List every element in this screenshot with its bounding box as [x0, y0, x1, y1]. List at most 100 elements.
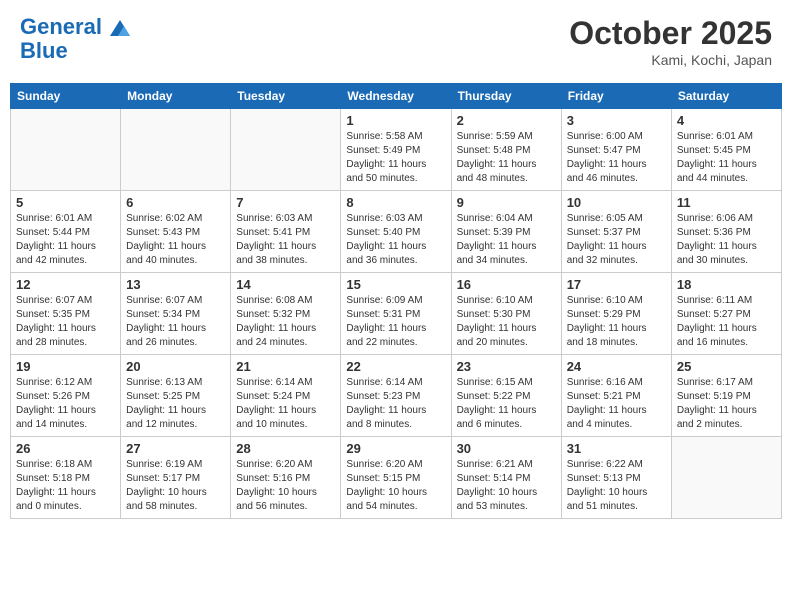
calendar-week-row: 12 Sunrise: 6:07 AM Sunset: 5:35 PM Dayli…	[11, 273, 782, 355]
day-info: Sunrise: 6:07 AM Sunset: 5:34 PM Dayligh…	[126, 294, 225, 350]
day-number: 12	[16, 277, 115, 292]
calendar-header-row: SundayMondayTuesdayWednesdayThursdayFrid…	[11, 84, 782, 109]
calendar-day-19: 19 Sunrise: 6:12 AM Sunset: 5:26 PM Dayli…	[11, 355, 121, 437]
calendar-day-8: 8Sunrise: 6:03 AM Sunset: 5:40 PM Daylig…	[341, 191, 451, 273]
day-info: Sunrise: 6:03 AM Sunset: 5:41 PM Dayligh…	[236, 212, 335, 268]
day-info: Sunrise: 6:16 AM Sunset: 5:21 PM Dayligh…	[567, 376, 666, 432]
calendar-day-16: 16 Sunrise: 6:10 AM Sunset: 5:30 PM Dayli…	[451, 273, 561, 355]
day-info: Sunrise: 5:59 AM Sunset: 5:48 PM Dayligh…	[457, 130, 556, 186]
calendar-day-empty	[671, 437, 781, 519]
calendar-day-empty	[121, 109, 231, 191]
calendar-day-24: 24 Sunrise: 6:16 AM Sunset: 5:21 PM Dayli…	[561, 355, 671, 437]
calendar-day-11: 11Sunrise: 6:06 AM Sunset: 5:36 PM Dayli…	[671, 191, 781, 273]
logo-general: General	[20, 14, 102, 39]
day-info: Sunrise: 6:10 AM Sunset: 5:30 PM Dayligh…	[457, 294, 556, 350]
day-info: Sunrise: 6:07 AM Sunset: 5:35 PM Dayligh…	[16, 294, 115, 350]
day-info: Sunrise: 6:22 AM Sunset: 5:13 PM Dayligh…	[567, 458, 666, 514]
day-number: 29	[346, 441, 445, 456]
calendar-day-10: 10 Sunrise: 6:05 AM Sunset: 5:37 PM Dayli…	[561, 191, 671, 273]
calendar-day-28: 28 Sunrise: 6:20 AM Sunset: 5:16 PM Dayli…	[231, 437, 341, 519]
column-header-wednesday: Wednesday	[341, 84, 451, 109]
calendar-day-empty	[231, 109, 341, 191]
logo-icon	[110, 20, 130, 36]
title-block: October 2025 Kami, Kochi, Japan	[569, 15, 772, 68]
day-info: Sunrise: 6:05 AM Sunset: 5:37 PM Dayligh…	[567, 212, 666, 268]
calendar-day-31: 31 Sunrise: 6:22 AM Sunset: 5:13 PM Dayli…	[561, 437, 671, 519]
calendar-week-row: 26 Sunrise: 6:18 AM Sunset: 5:18 PM Dayli…	[11, 437, 782, 519]
calendar-day-26: 26 Sunrise: 6:18 AM Sunset: 5:18 PM Dayli…	[11, 437, 121, 519]
day-number: 18	[677, 277, 776, 292]
calendar-day-6: 6Sunrise: 6:02 AM Sunset: 5:43 PM Daylig…	[121, 191, 231, 273]
day-number: 26	[16, 441, 115, 456]
day-number: 3	[567, 113, 666, 128]
calendar-week-row: 19 Sunrise: 6:12 AM Sunset: 5:26 PM Dayli…	[11, 355, 782, 437]
column-header-sunday: Sunday	[11, 84, 121, 109]
day-number: 31	[567, 441, 666, 456]
calendar-day-12: 12 Sunrise: 6:07 AM Sunset: 5:35 PM Dayli…	[11, 273, 121, 355]
day-number: 6	[126, 195, 225, 210]
day-info: Sunrise: 5:58 AM Sunset: 5:49 PM Dayligh…	[346, 130, 445, 186]
logo: General Blue	[20, 15, 130, 63]
day-number: 21	[236, 359, 335, 374]
calendar-day-27: 27Sunrise: 6:19 AM Sunset: 5:17 PM Dayli…	[121, 437, 231, 519]
column-header-friday: Friday	[561, 84, 671, 109]
day-number: 15	[346, 277, 445, 292]
day-number: 4	[677, 113, 776, 128]
day-number: 2	[457, 113, 556, 128]
day-number: 20	[126, 359, 225, 374]
calendar-day-9: 9Sunrise: 6:04 AM Sunset: 5:39 PM Daylig…	[451, 191, 561, 273]
month-title: October 2025	[569, 15, 772, 52]
calendar-week-row: 5Sunrise: 6:01 AM Sunset: 5:44 PM Daylig…	[11, 191, 782, 273]
calendar-day-21: 21 Sunrise: 6:14 AM Sunset: 5:24 PM Dayli…	[231, 355, 341, 437]
calendar-day-1: 1 Sunrise: 5:58 AM Sunset: 5:49 PM Daylig…	[341, 109, 451, 191]
calendar-day-5: 5Sunrise: 6:01 AM Sunset: 5:44 PM Daylig…	[11, 191, 121, 273]
day-info: Sunrise: 6:20 AM Sunset: 5:15 PM Dayligh…	[346, 458, 445, 514]
day-info: Sunrise: 6:15 AM Sunset: 5:22 PM Dayligh…	[457, 376, 556, 432]
day-number: 13	[126, 277, 225, 292]
day-number: 16	[457, 277, 556, 292]
day-number: 7	[236, 195, 335, 210]
calendar-day-29: 29 Sunrise: 6:20 AM Sunset: 5:15 PM Dayli…	[341, 437, 451, 519]
calendar-day-20: 20Sunrise: 6:13 AM Sunset: 5:25 PM Dayli…	[121, 355, 231, 437]
day-number: 19	[16, 359, 115, 374]
day-info: Sunrise: 6:04 AM Sunset: 5:39 PM Dayligh…	[457, 212, 556, 268]
calendar-day-7: 7 Sunrise: 6:03 AM Sunset: 5:41 PM Daylig…	[231, 191, 341, 273]
day-info: Sunrise: 6:18 AM Sunset: 5:18 PM Dayligh…	[16, 458, 115, 514]
day-number: 22	[346, 359, 445, 374]
calendar-day-empty	[11, 109, 121, 191]
calendar-day-22: 22 Sunrise: 6:14 AM Sunset: 5:23 PM Dayli…	[341, 355, 451, 437]
day-info: Sunrise: 6:20 AM Sunset: 5:16 PM Dayligh…	[236, 458, 335, 514]
day-info: Sunrise: 6:19 AM Sunset: 5:17 PM Dayligh…	[126, 458, 225, 514]
day-info: Sunrise: 6:08 AM Sunset: 5:32 PM Dayligh…	[236, 294, 335, 350]
calendar-day-17: 17 Sunrise: 6:10 AM Sunset: 5:29 PM Dayli…	[561, 273, 671, 355]
calendar-day-30: 30Sunrise: 6:21 AM Sunset: 5:14 PM Dayli…	[451, 437, 561, 519]
calendar-day-15: 15 Sunrise: 6:09 AM Sunset: 5:31 PM Dayli…	[341, 273, 451, 355]
column-header-monday: Monday	[121, 84, 231, 109]
day-number: 30	[457, 441, 556, 456]
day-info: Sunrise: 6:14 AM Sunset: 5:23 PM Dayligh…	[346, 376, 445, 432]
day-number: 17	[567, 277, 666, 292]
column-header-tuesday: Tuesday	[231, 84, 341, 109]
day-number: 14	[236, 277, 335, 292]
day-info: Sunrise: 6:11 AM Sunset: 5:27 PM Dayligh…	[677, 294, 776, 350]
day-info: Sunrise: 6:09 AM Sunset: 5:31 PM Dayligh…	[346, 294, 445, 350]
calendar-day-3: 3Sunrise: 6:00 AM Sunset: 5:47 PM Daylig…	[561, 109, 671, 191]
day-info: Sunrise: 6:14 AM Sunset: 5:24 PM Dayligh…	[236, 376, 335, 432]
day-number: 1	[346, 113, 445, 128]
day-number: 10	[567, 195, 666, 210]
calendar-day-13: 13 Sunrise: 6:07 AM Sunset: 5:34 PM Dayli…	[121, 273, 231, 355]
day-number: 24	[567, 359, 666, 374]
calendar-day-4: 4Sunrise: 6:01 AM Sunset: 5:45 PM Daylig…	[671, 109, 781, 191]
logo-text: General	[20, 15, 130, 39]
day-info: Sunrise: 6:17 AM Sunset: 5:19 PM Dayligh…	[677, 376, 776, 432]
day-info: Sunrise: 6:12 AM Sunset: 5:26 PM Dayligh…	[16, 376, 115, 432]
day-number: 11	[677, 195, 776, 210]
day-number: 5	[16, 195, 115, 210]
day-number: 28	[236, 441, 335, 456]
calendar-day-2: 2 Sunrise: 5:59 AM Sunset: 5:48 PM Daylig…	[451, 109, 561, 191]
day-number: 23	[457, 359, 556, 374]
day-info: Sunrise: 6:10 AM Sunset: 5:29 PM Dayligh…	[567, 294, 666, 350]
day-number: 25	[677, 359, 776, 374]
day-info: Sunrise: 6:03 AM Sunset: 5:40 PM Dayligh…	[346, 212, 445, 268]
calendar-day-18: 18 Sunrise: 6:11 AM Sunset: 5:27 PM Dayli…	[671, 273, 781, 355]
